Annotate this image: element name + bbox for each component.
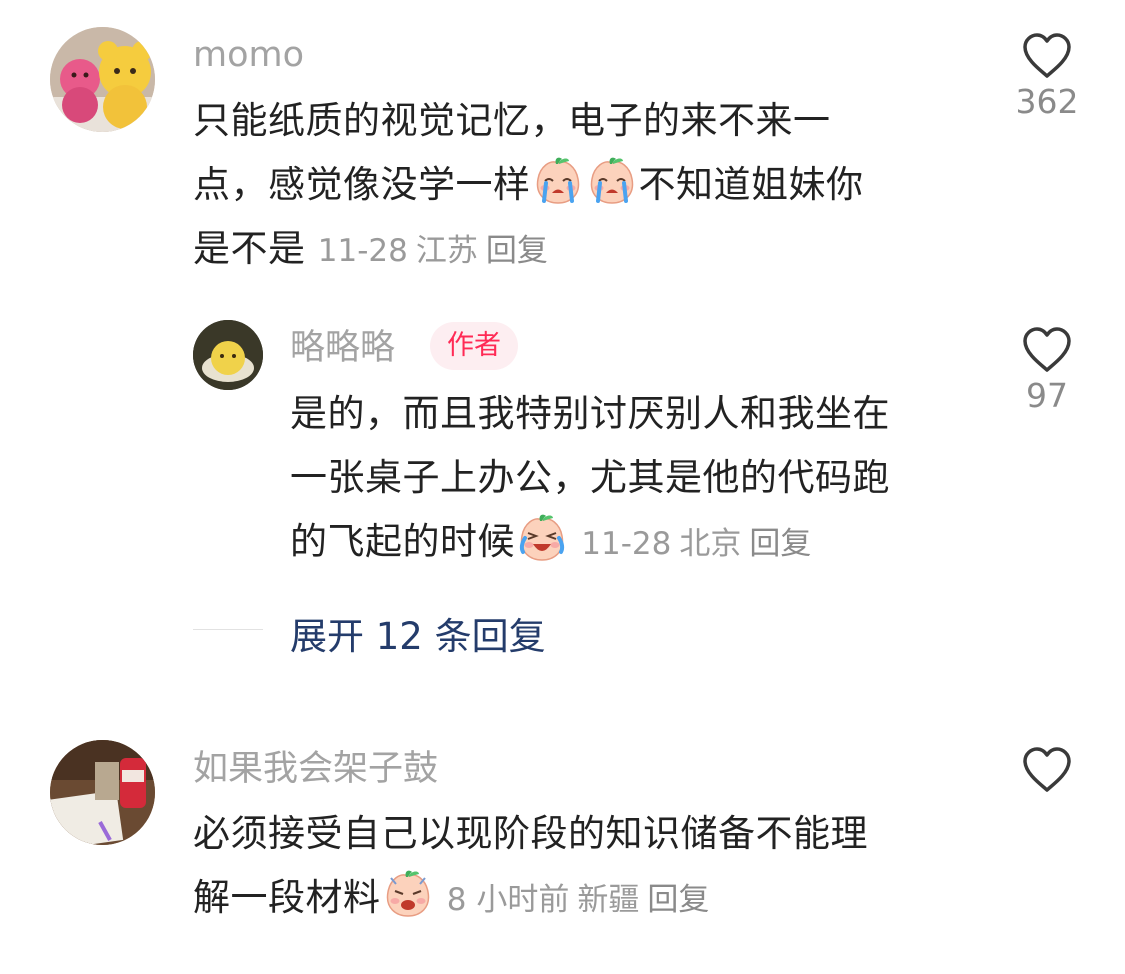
reply-text-fragment: 的飞起的时候 <box>290 520 515 563</box>
comment-location: 新疆 <box>577 882 640 918</box>
comment-text-line: 点，感觉像没学一样 不知道姐妹你 <box>193 153 864 217</box>
crying-emoji <box>586 155 638 207</box>
comment-text-fragment: 不知道姐妹你 <box>638 163 864 206</box>
avatar[interactable] <box>50 740 155 845</box>
reply-meta: 11-28 北京 回复 <box>581 526 819 562</box>
like-button[interactable] <box>1017 746 1077 794</box>
comment-text-line: 是不是 11-28 江苏 回复 <box>193 217 864 281</box>
reply-text-line: 的飞起的时候 11-28 北京 回复 <box>290 510 890 574</box>
reply-author[interactable]: 略略略 <box>290 328 395 368</box>
reply-button[interactable]: 回复 <box>486 233 548 269</box>
comment-meta: 11-28 江苏 回复 <box>318 233 556 269</box>
like-count: 97 <box>1026 376 1068 415</box>
like-button[interactable] <box>1017 32 1077 80</box>
expand-replies-button[interactable]: 展开 12 条回复 <box>290 606 546 660</box>
avatar-image <box>193 320 263 390</box>
crying-emoji <box>532 155 584 207</box>
comment-text-line: 必须接受自己以现阶段的知识储备不能理 <box>193 812 868 855</box>
reply-button[interactable]: 回复 <box>749 526 811 562</box>
comment-text-fragment: 是不是 <box>193 227 306 270</box>
comment-text: 只能纸质的视觉记忆，电子的来不来一 点，感觉像没学一样 不知道姐妹你 是不是 11… <box>193 89 864 281</box>
comment-text-fragment: 点，感觉像没学一样 <box>193 163 531 206</box>
like-button[interactable] <box>1017 326 1077 374</box>
avatar[interactable] <box>193 320 263 390</box>
comment-date: 11-28 <box>317 233 408 269</box>
divider <box>193 629 263 630</box>
heart-icon <box>1023 747 1071 792</box>
avatar-image <box>50 740 155 845</box>
comment-time: 8 小时前 <box>446 882 570 918</box>
comment-text-line: 解一段材料 8 小时前 新疆 回复 <box>193 866 868 930</box>
reply-location: 北京 <box>679 526 742 562</box>
comment-text-fragment: 解一段材料 <box>193 876 381 919</box>
comment-text: 必须接受自己以现阶段的知识储备不能理 解一段材料 8 小时前 新疆 回复 <box>193 802 868 930</box>
heart-icon <box>1023 327 1071 372</box>
upset-emoji <box>382 868 434 920</box>
like-count: 362 <box>1015 82 1079 121</box>
reply-text-line: 一张桌子上办公，尤其是他的代码跑 <box>290 456 890 499</box>
avatar[interactable] <box>50 27 155 132</box>
avatar-image <box>50 27 155 132</box>
reply-text-line: 是的，而且我特别讨厌别人和我坐在 <box>290 392 890 435</box>
author-badge: 作者 <box>430 322 518 370</box>
heart-icon <box>1023 33 1071 78</box>
reply-button[interactable]: 回复 <box>647 882 709 918</box>
reply-text: 是的，而且我特别讨厌别人和我坐在 一张桌子上办公，尤其是他的代码跑 的飞起的时候… <box>290 382 890 574</box>
reply-date: 11-28 <box>581 526 672 562</box>
comment-author[interactable]: 如果我会架子鼓 <box>193 749 438 789</box>
comment-author[interactable]: momo <box>193 35 304 75</box>
comment-text-line: 只能纸质的视觉记忆，电子的来不来一 <box>193 99 831 142</box>
comment-meta: 8 小时前 新疆 回复 <box>447 882 718 918</box>
laugh-cry-emoji <box>519 512 565 564</box>
comment-location: 江苏 <box>415 233 478 269</box>
